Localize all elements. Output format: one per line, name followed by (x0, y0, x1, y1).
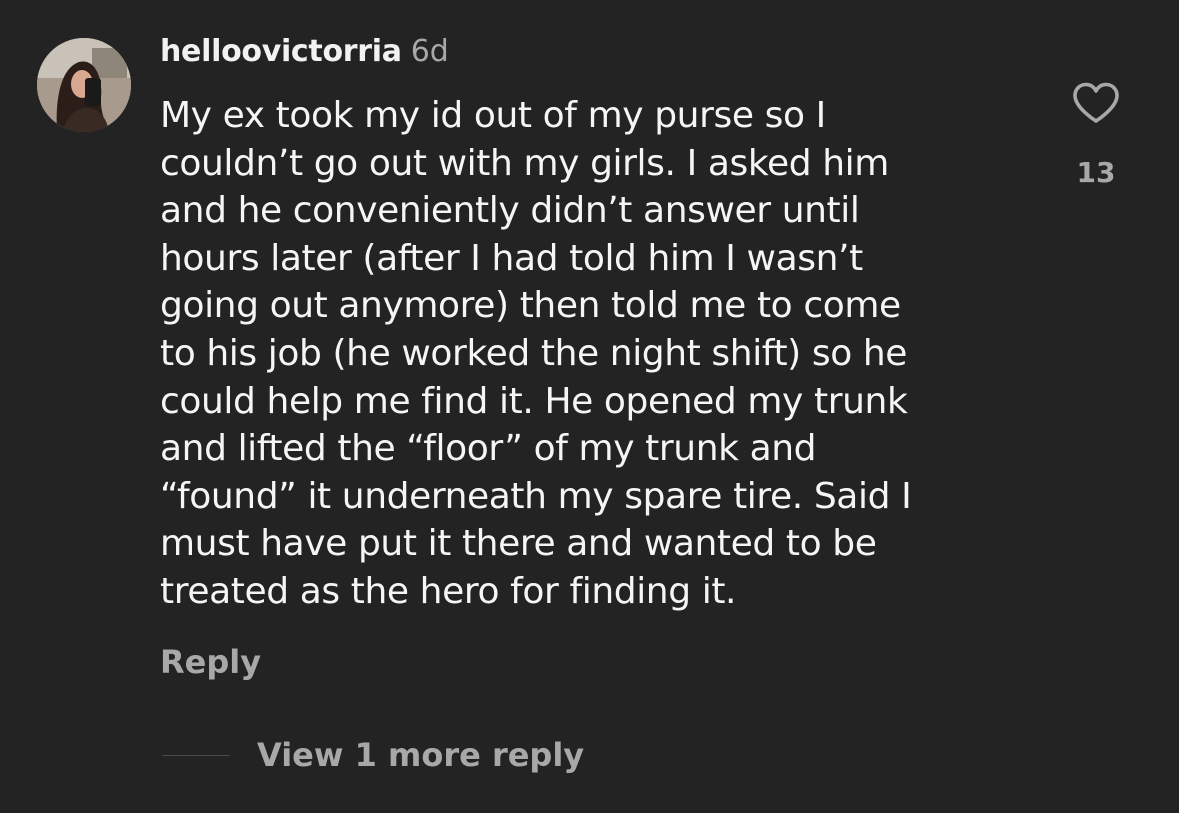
comment: helloovictorria 6d My ex took my id out … (160, 34, 1040, 616)
reply-button[interactable]: Reply (160, 643, 261, 681)
comment-line: My ex took my id out of my purse so I (160, 95, 826, 136)
comment-line: couldn’t go out with my girls. I asked h… (160, 142, 889, 184)
timestamp: 6d (410, 34, 449, 69)
comment-line: to his job (he worked the night shift) s… (160, 332, 908, 374)
like-section: 13 (1072, 82, 1120, 189)
like-count: 13 (1076, 156, 1116, 189)
comment-header: helloovictorria 6d (160, 34, 1040, 78)
comment-line: and he conveniently didn’t answer until (160, 190, 860, 232)
comment-line: must have put it there and wanted to be (160, 523, 877, 565)
profile-photo (37, 38, 131, 132)
avatar[interactable] (37, 38, 131, 132)
comment-line: treated as the hero for finding it. (160, 570, 737, 612)
replies-divider (162, 754, 230, 756)
comment-line: could help me find it. He opened my trun… (160, 380, 908, 422)
comment-line: “found” it underneath my spare tire. Sai… (160, 475, 912, 517)
comment-text: My ex took my id out of my purse so I co… (160, 92, 1040, 616)
view-more-replies[interactable]: View 1 more reply (162, 734, 584, 776)
username[interactable]: helloovictorria (160, 34, 402, 69)
heart-outline-icon[interactable] (1072, 82, 1120, 124)
comment-line: hours later (after I had told him I wasn… (160, 237, 863, 279)
comment-line: going out anymore) then told me to come (160, 285, 901, 327)
view-more-replies-label[interactable]: View 1 more reply (257, 736, 584, 774)
comment-line: and lifted the “floor” of my trunk and (160, 428, 817, 470)
